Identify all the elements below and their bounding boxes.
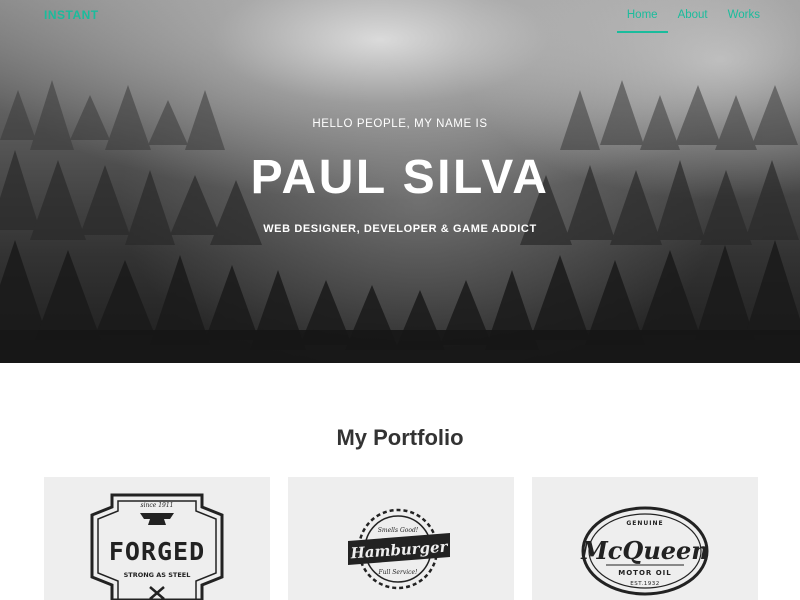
nav-item-home[interactable]: Home	[616, 0, 668, 33]
portfolio-title: My Portfolio	[336, 425, 464, 450]
svg-text:MOTOR OIL: MOTOR OIL	[618, 569, 672, 577]
nav-item-works[interactable]: Works	[718, 0, 770, 33]
svg-text:Smells Good!: Smells Good!	[378, 527, 419, 534]
brand-logo[interactable]: INSTANT	[44, 8, 99, 22]
svg-text:STRONG AS STEEL: STRONG AS STEEL	[124, 571, 191, 579]
svg-text:GENUINE: GENUINE	[626, 520, 663, 527]
mcqueen-logo-image: GENUINE McQueen MOTOR OIL EST.1932	[580, 506, 709, 596]
svg-text:McQueen: McQueen	[580, 536, 709, 565]
nav-menu: Home About Works	[616, 0, 770, 33]
top-navbar: INSTANT Home About Works	[0, 0, 800, 34]
svg-text:Full Service!: Full Service!	[378, 569, 419, 576]
portfolio-item-hamburger[interactable]: Smells Good! Hamburger Full Service!	[288, 477, 514, 600]
portfolio-item-forged[interactable]: since 1911 FORGED STRONG AS STEEL	[44, 477, 270, 600]
hero-name: PAUL SILVA	[250, 151, 550, 204]
hamburger-logo-image: Smells Good! Hamburger Full Service!	[348, 508, 450, 590]
svg-text:since 1911: since 1911	[141, 502, 174, 509]
forged-logo-image: since 1911 FORGED STRONG AS STEEL	[90, 493, 224, 600]
portfolio-item-mcqueen[interactable]: GENUINE McQueen MOTOR OIL EST.1932	[532, 477, 758, 600]
svg-text:EST.1932: EST.1932	[630, 581, 659, 587]
hero-greeting: HELLO PEOPLE, MY NAME IS	[312, 118, 488, 130]
hero-tagline: WEB DESIGNER, DEVELOPER & GAME ADDICT	[263, 223, 537, 235]
svg-text:FORGED: FORGED	[109, 537, 205, 566]
hero-section: INSTANT Home About Works HELLO PEOPLE, M…	[0, 0, 800, 363]
nav-item-about[interactable]: About	[668, 0, 718, 33]
